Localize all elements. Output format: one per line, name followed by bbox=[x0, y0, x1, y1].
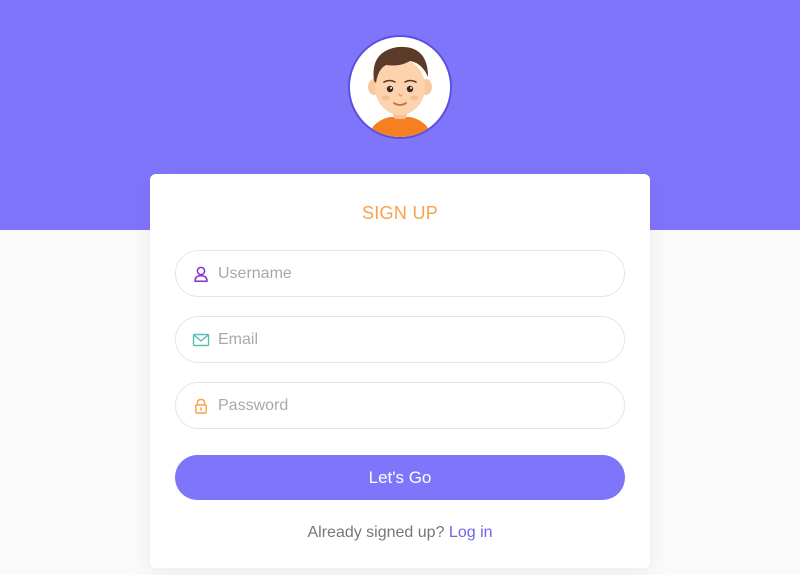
signup-card: SIGN UP Let's Go A bbox=[150, 174, 650, 568]
login-prompt-text: Already signed up? bbox=[307, 524, 445, 541]
user-icon bbox=[192, 265, 210, 283]
lock-icon bbox=[192, 397, 210, 415]
username-input[interactable] bbox=[218, 251, 608, 296]
email-input[interactable] bbox=[218, 317, 608, 362]
username-field-wrapper[interactable] bbox=[175, 250, 625, 297]
submit-button[interactable]: Let's Go bbox=[175, 455, 625, 500]
password-field-wrapper[interactable] bbox=[175, 382, 625, 429]
email-field-wrapper[interactable] bbox=[175, 316, 625, 363]
password-input[interactable] bbox=[218, 383, 608, 428]
login-link[interactable]: Log in bbox=[449, 524, 493, 541]
avatar bbox=[348, 35, 452, 139]
login-prompt: Already signed up? Log in bbox=[150, 524, 650, 542]
envelope-icon bbox=[192, 331, 210, 349]
form-title: SIGN UP bbox=[361, 203, 439, 223]
boy-avatar-icon bbox=[350, 37, 450, 137]
